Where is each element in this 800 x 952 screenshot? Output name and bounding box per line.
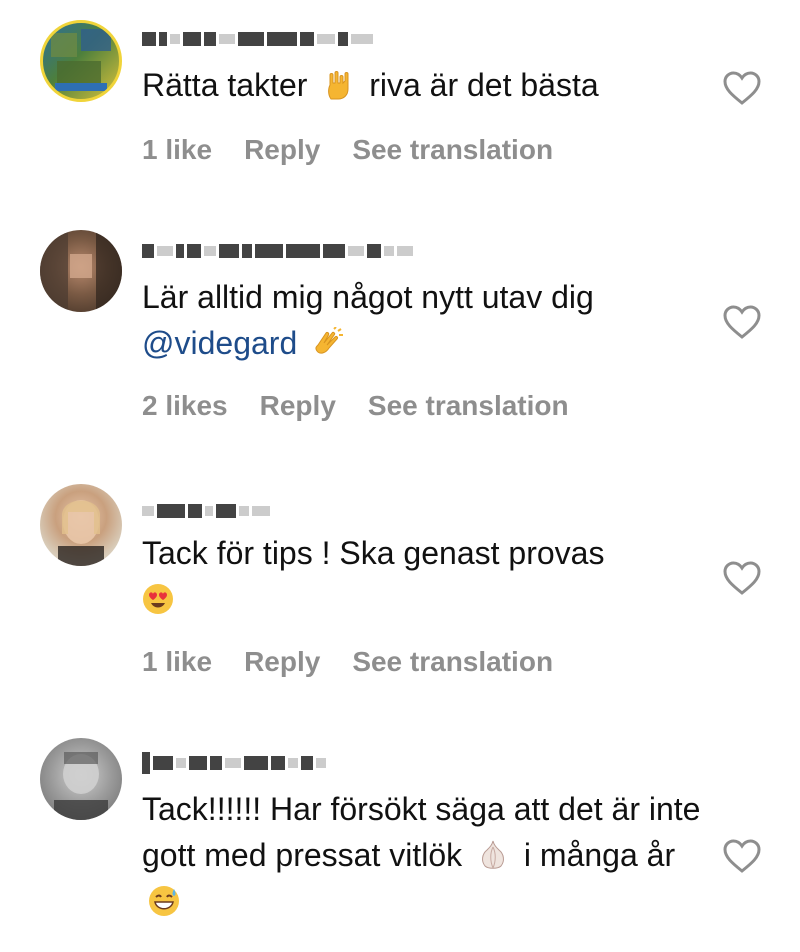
- grinning-sweat-face-icon: [149, 886, 179, 916]
- avatar[interactable]: [40, 230, 122, 312]
- comment-actions: 1 like Reply See translation: [142, 134, 553, 166]
- reply-button[interactable]: Reply: [244, 646, 320, 678]
- see-translation-link[interactable]: See translation: [352, 646, 553, 678]
- mention-link[interactable]: @videgard: [142, 325, 297, 361]
- like-heart-icon[interactable]: [722, 838, 762, 874]
- likes-count[interactable]: 1 like: [142, 646, 212, 678]
- comment-text-end: i många år: [523, 837, 676, 873]
- avatar[interactable]: [40, 484, 122, 566]
- comment-actions: 1 like Reply See translation: [142, 646, 553, 678]
- avatar[interactable]: [40, 738, 122, 820]
- see-translation-link[interactable]: See translation: [352, 134, 553, 166]
- comment-text: Rätta takter riva är det bästa: [142, 62, 702, 108]
- clapping-hands-icon: [315, 327, 344, 354]
- heart-eyes-face-icon: [143, 584, 173, 614]
- username-redacted[interactable]: [142, 752, 326, 774]
- reply-button[interactable]: Reply: [244, 134, 320, 166]
- username-redacted[interactable]: [142, 240, 413, 262]
- comment-text: Tack för tips ! Ska genast provas: [142, 530, 702, 622]
- avatar[interactable]: [40, 20, 122, 102]
- rock-on-hand-icon: [328, 71, 349, 100]
- username-redacted[interactable]: [142, 28, 373, 50]
- see-translation-link[interactable]: See translation: [368, 390, 569, 422]
- comment-text-start: Lär alltid mig något nytt utav dig: [142, 279, 594, 315]
- garlic-icon: [482, 840, 504, 869]
- likes-count[interactable]: 2 likes: [142, 390, 228, 422]
- comment-actions: 2 likes Reply See translation: [142, 390, 569, 422]
- likes-count[interactable]: 1 like: [142, 134, 212, 166]
- like-heart-icon[interactable]: [722, 70, 762, 106]
- like-heart-icon[interactable]: [722, 560, 762, 596]
- username-redacted[interactable]: [142, 500, 270, 522]
- comment-text: Lär alltid mig något nytt utav dig @vide…: [142, 274, 702, 366]
- comment-text-start: Rätta takter: [142, 67, 308, 103]
- comment-text-end: riva är det bästa: [369, 67, 599, 103]
- like-heart-icon[interactable]: [722, 304, 762, 340]
- reply-button[interactable]: Reply: [260, 390, 336, 422]
- comment-text: Tack!!!!!! Har försökt säga att det är i…: [142, 786, 702, 924]
- comment-text-start: Tack för tips ! Ska genast provas: [142, 535, 605, 571]
